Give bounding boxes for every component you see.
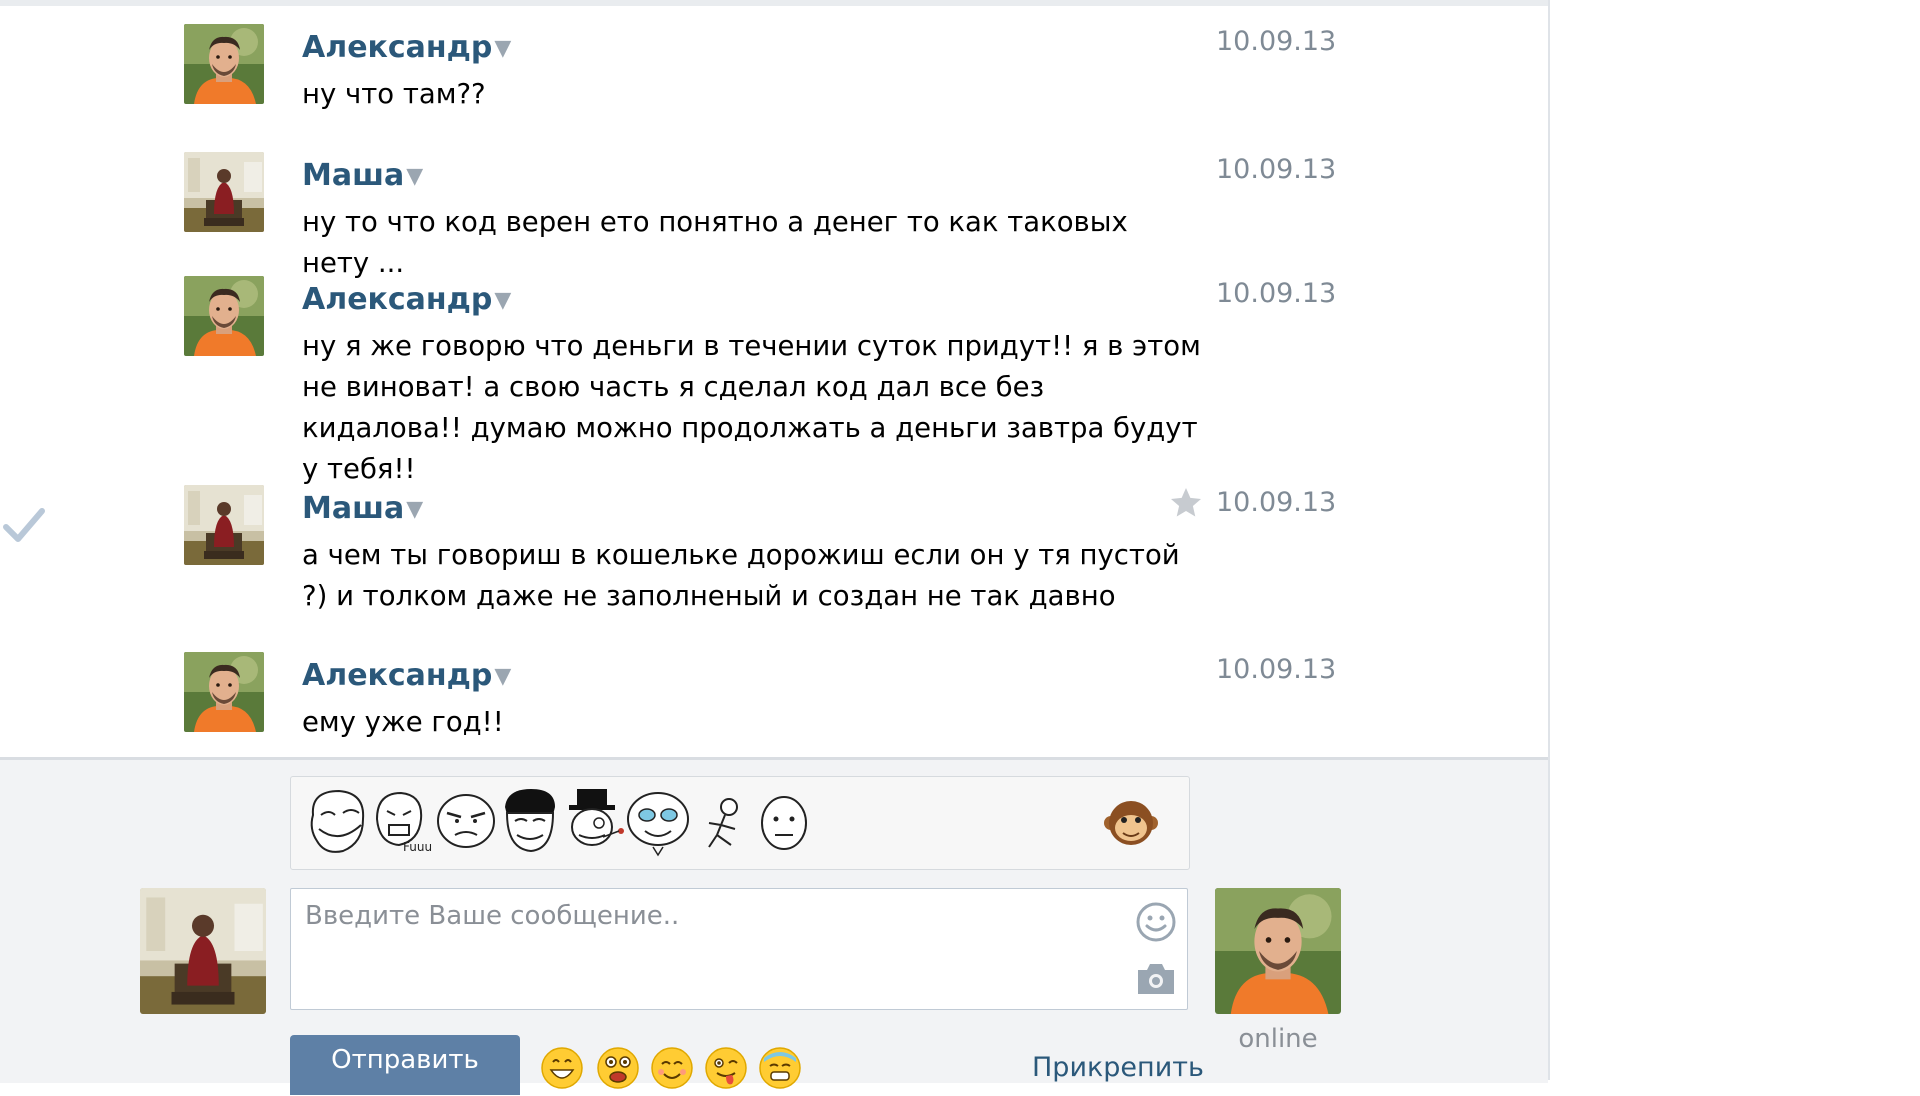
cold-sweat-emoji-icon[interactable] xyxy=(758,1046,802,1090)
message-text: ну я же говорю что деньги в течении суто… xyxy=(302,330,1201,485)
author-avatar[interactable] xyxy=(184,276,264,356)
author-avatar[interactable] xyxy=(184,24,264,104)
message-date: 10.09.13 xyxy=(1216,26,1337,57)
author-avatar[interactable] xyxy=(184,652,264,732)
poker-face-sticker[interactable] xyxy=(749,785,819,859)
message-date: 10.09.13 xyxy=(1216,154,1337,185)
surprised-emoji-icon[interactable] xyxy=(596,1046,640,1090)
my-avatar[interactable] xyxy=(140,888,266,1014)
chevron-down-icon[interactable]: ▼ xyxy=(494,664,511,689)
author-name[interactable]: Александр▼ xyxy=(302,658,511,693)
troll-face-sticker[interactable] xyxy=(303,785,373,859)
smiling-emoji-icon[interactable] xyxy=(650,1046,694,1090)
sticker-bar: Fuuu xyxy=(290,776,1190,870)
author-avatar[interactable] xyxy=(184,485,264,565)
message-date: 10.09.13 xyxy=(1216,278,1337,309)
rage-face-sticker[interactable] xyxy=(431,785,501,859)
camera-icon[interactable] xyxy=(1134,958,1178,998)
message-list: Александр▼ 10.09.13 ну что там?? Маша▼ 1… xyxy=(0,0,1548,757)
message-text: ему уже год!! xyxy=(302,706,504,738)
message-text: ну что там?? xyxy=(302,78,486,110)
author-avatar[interactable] xyxy=(184,152,264,232)
chevron-down-icon[interactable]: ▼ xyxy=(494,36,511,61)
yao-ming-face-sticker[interactable] xyxy=(495,785,565,859)
grinning-emoji-icon[interactable] xyxy=(540,1046,584,1090)
message-date: 10.09.13 xyxy=(1216,654,1337,685)
author-name[interactable]: Александр▼ xyxy=(302,282,511,317)
gentleman-face-sticker[interactable] xyxy=(559,785,629,859)
chevron-down-icon[interactable]: ▼ xyxy=(406,164,423,189)
author-name[interactable]: Александр▼ xyxy=(302,30,511,65)
peer-avatar[interactable] xyxy=(1215,888,1341,1014)
star-icon[interactable] xyxy=(1168,485,1204,521)
message-text: а чем ты говориш в кошельке дорожиш если… xyxy=(302,539,1180,612)
attach-link[interactable]: Прикрепить xyxy=(1032,1052,1204,1083)
chat-panel: Александр▼ 10.09.13 ну что там?? Маша▼ 1… xyxy=(0,0,1550,1095)
online-status: online xyxy=(1238,1024,1318,1054)
author-name[interactable]: Маша▼ xyxy=(302,158,423,193)
svg-text:Fuuu: Fuuu xyxy=(403,840,432,854)
message-composer: Fuuu Введите Ваше сообщение.. online Отп… xyxy=(0,757,1548,1095)
send-button[interactable]: Отправить xyxy=(290,1035,520,1095)
author-name[interactable]: Маша▼ xyxy=(302,491,423,526)
check-icon xyxy=(3,508,45,542)
message-date: 10.09.13 xyxy=(1216,487,1337,518)
chevron-down-icon[interactable]: ▼ xyxy=(406,497,423,522)
happy-cry-face-sticker[interactable] xyxy=(623,785,693,859)
monkey-icon[interactable] xyxy=(1103,795,1159,851)
message-input[interactable] xyxy=(290,888,1188,1010)
chevron-down-icon[interactable]: ▼ xyxy=(494,288,511,313)
fuuu-face-sticker[interactable]: Fuuu xyxy=(367,785,437,859)
message-text: ну то что код верен ето понятно а денег … xyxy=(302,206,1128,279)
winking-tongue-emoji-icon[interactable] xyxy=(704,1046,748,1090)
smile-icon[interactable] xyxy=(1134,900,1178,944)
